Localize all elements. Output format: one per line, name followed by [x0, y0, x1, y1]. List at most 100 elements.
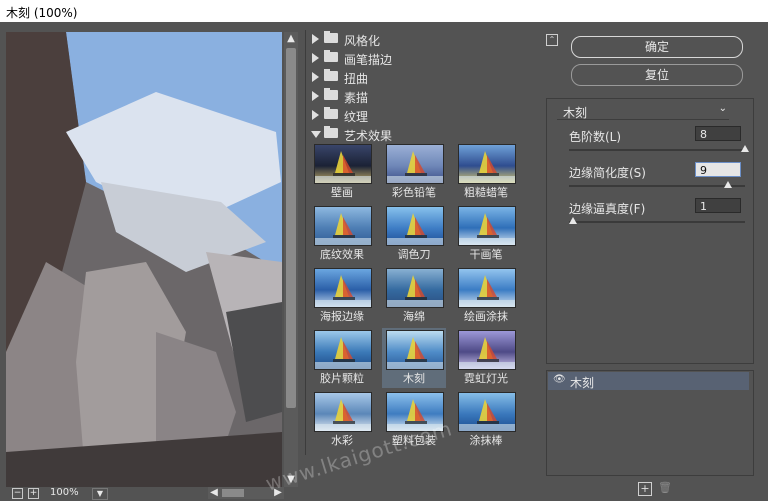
- filter-thumbnail[interactable]: 海绵: [382, 266, 446, 326]
- param-edge-fidelity: 边缘逼真度(F) 1: [557, 197, 747, 231]
- filter-thumbnail-label: 胶片颗粒: [320, 372, 364, 385]
- collapse-gallery-icon[interactable]: ⌃: [546, 34, 558, 46]
- folder-icon: [324, 69, 338, 81]
- levels-input[interactable]: 8: [695, 126, 741, 141]
- filter-thumbnail[interactable]: 底纹效果: [310, 204, 374, 264]
- chevron-down-icon: ⌄: [718, 103, 727, 114]
- thumbnail-image: [386, 206, 444, 246]
- filter-thumbnail-label: 干画笔: [469, 248, 503, 261]
- expand-arrow-icon: [312, 53, 319, 63]
- edge-fidelity-slider-track[interactable]: [569, 221, 745, 223]
- category-label: 风格化: [344, 34, 381, 48]
- filter-thumbnail[interactable]: 木刻: [382, 328, 446, 388]
- filter-thumbnail[interactable]: 涂抹棒: [454, 390, 518, 450]
- filter-thumbnail[interactable]: 霓虹灯光: [454, 328, 518, 388]
- effect-layer-label: 木刻: [570, 376, 595, 390]
- edge-simplicity-slider-track[interactable]: [569, 185, 745, 187]
- scroll-up-arrow-icon[interactable]: ▲: [284, 32, 298, 46]
- zoom-dropdown-icon[interactable]: ▼: [92, 488, 108, 500]
- title-bar: 木刻 (100%): [0, 0, 768, 22]
- folder-icon: [324, 50, 338, 62]
- thumbnail-image: [314, 206, 372, 246]
- thumbnail-image: [314, 144, 372, 184]
- collapse-arrow-icon: [311, 131, 321, 138]
- filter-thumbnail-label: 壁画: [331, 186, 353, 199]
- edge-simplicity-input[interactable]: 9: [695, 162, 741, 177]
- thumbnail-image: [386, 330, 444, 370]
- filter-thumbnail[interactable]: 绘画涂抹: [454, 266, 518, 326]
- scroll-left-arrow-icon[interactable]: ◀: [208, 487, 220, 499]
- edge-fidelity-slider-knob[interactable]: [569, 217, 577, 224]
- thumbnail-image: [458, 206, 516, 246]
- reset-button[interactable]: 复位: [571, 64, 743, 86]
- filter-thumbnail[interactable]: 胶片颗粒: [310, 328, 374, 388]
- thumbnail-image: [458, 392, 516, 432]
- expand-arrow-icon: [312, 72, 319, 82]
- filter-thumbnail[interactable]: 壁画: [310, 142, 374, 202]
- window-title: 木刻 (100%): [6, 6, 78, 20]
- filter-thumbnail-label: 彩色铅笔: [392, 186, 436, 199]
- filter-thumbnail-label: 海绵: [403, 310, 425, 323]
- thumbnail-image: [314, 268, 372, 308]
- thumbnail-image: [458, 330, 516, 370]
- category-label: 画笔描边: [344, 53, 393, 67]
- filter-controls: ⌃ 确定 复位 木刻 ⌄ 色阶数(L) 8 边缘简化度(S) 9 边缘逼真度(F…: [534, 22, 768, 501]
- zoom-value: 100%: [50, 487, 79, 498]
- expand-arrow-icon: [312, 34, 319, 44]
- category-label: 扭曲: [344, 72, 369, 86]
- folder-open-icon: [324, 126, 338, 138]
- eye-icon[interactable]: 👁: [553, 375, 566, 385]
- zoom-in-icon[interactable]: +: [28, 488, 39, 499]
- thumbnail-image: [386, 268, 444, 308]
- folder-icon: [324, 88, 338, 100]
- edge-simplicity-slider-knob[interactable]: [723, 181, 732, 188]
- trash-icon[interactable]: 🗑: [658, 482, 672, 494]
- edge-fidelity-input[interactable]: 1: [695, 198, 741, 213]
- filter-thumbnail[interactable]: 彩色铅笔: [382, 142, 446, 202]
- expand-arrow-icon: [312, 110, 319, 120]
- levels-slider-track[interactable]: [569, 149, 745, 151]
- thumbnail-image: [458, 144, 516, 184]
- filter-options-panel: 木刻 ⌄ 色阶数(L) 8 边缘简化度(S) 9 边缘逼真度(F) 1: [546, 98, 754, 364]
- filter-select-value: 木刻: [563, 106, 588, 120]
- filter-thumbnail-label: 底纹效果: [320, 248, 364, 261]
- filter-thumbnail[interactable]: 干画笔: [454, 204, 518, 264]
- vertical-scroll-thumb[interactable]: [286, 48, 296, 408]
- filter-select[interactable]: 木刻 ⌄: [557, 103, 729, 120]
- new-effect-layer-icon[interactable]: +: [638, 482, 652, 496]
- filter-thumbnail[interactable]: 粗糙蜡笔: [454, 142, 518, 202]
- preview-vertical-scrollbar[interactable]: ▲ ▼: [284, 32, 298, 487]
- preview-canvas[interactable]: [6, 32, 282, 487]
- filter-thumbnail-label: 木刻: [403, 372, 425, 385]
- ok-button[interactable]: 确定: [571, 36, 743, 58]
- filter-thumbnail-label: 粗糙蜡笔: [464, 186, 508, 199]
- param-label: 边缘简化度(S): [569, 166, 646, 180]
- effect-layer-item[interactable]: 👁 木刻: [548, 372, 749, 390]
- filter-thumbnail[interactable]: 调色刀: [382, 204, 446, 264]
- param-label: 色阶数(L): [569, 130, 622, 144]
- category-label: 纹理: [344, 110, 369, 124]
- levels-slider-knob[interactable]: [741, 145, 749, 152]
- horizontal-scroll-thumb[interactable]: [222, 489, 244, 497]
- expand-arrow-icon: [312, 91, 319, 101]
- filter-thumbnail-label: 调色刀: [397, 248, 431, 261]
- effect-layers-panel: 👁 木刻: [546, 370, 754, 476]
- preview-image: [6, 32, 282, 487]
- thumbnail-image: [314, 392, 372, 432]
- folder-icon: [324, 31, 338, 43]
- category-label: 素描: [344, 91, 369, 105]
- filter-thumbnail-label: 霓虹灯光: [464, 372, 508, 385]
- param-label: 边缘逼真度(F): [569, 202, 646, 216]
- thumbnail-image: [458, 268, 516, 308]
- zoom-out-icon[interactable]: −: [12, 488, 23, 499]
- filter-gallery: 风格化 画笔描边 扭曲 素描 纹理 艺术效果 壁画 彩色铅笔 粗糙蜡笔 底纹效果 调色刀…: [305, 30, 521, 455]
- filter-thumbnail-label: 绘画涂抹: [464, 310, 508, 323]
- filter-thumbnail-label: 海报边缘: [320, 310, 364, 323]
- thumbnail-image: [386, 144, 444, 184]
- folder-icon: [324, 107, 338, 119]
- param-levels: 色阶数(L) 8: [557, 125, 749, 159]
- filter-thumbnail-label: 涂抹棒: [469, 434, 503, 447]
- param-edge-simplicity: 边缘简化度(S) 9: [557, 161, 747, 195]
- thumbnail-image: [314, 330, 372, 370]
- filter-thumbnail[interactable]: 海报边缘: [310, 266, 374, 326]
